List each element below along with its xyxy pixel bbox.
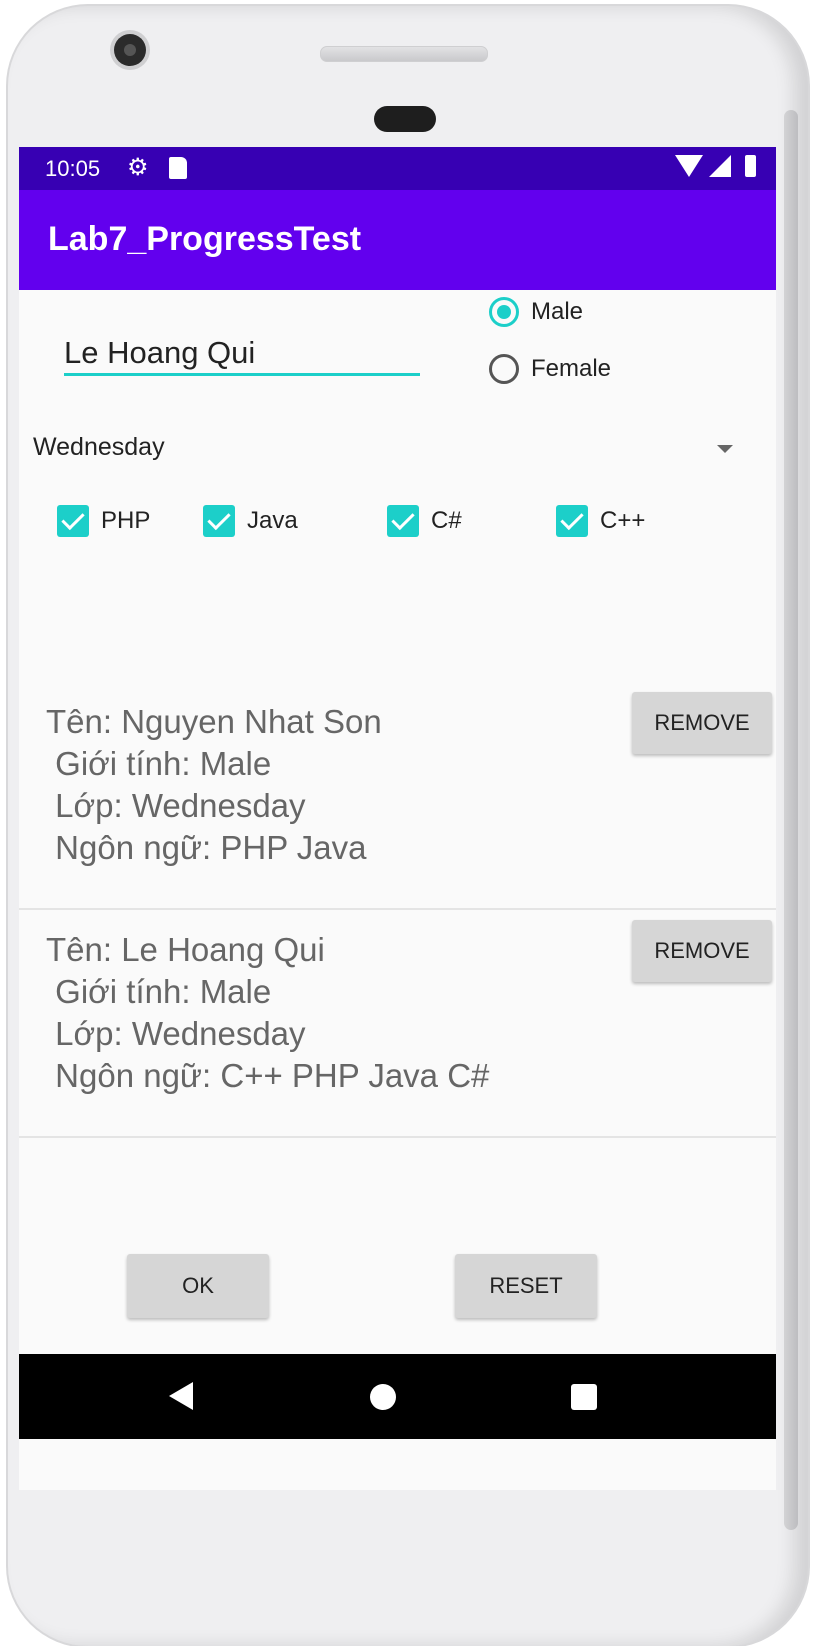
checkbox-checked-icon[interactable] (203, 505, 235, 537)
camera-icon (114, 34, 146, 66)
checkbox-java[interactable]: Java (203, 505, 298, 537)
radio-button-checked[interactable] (489, 297, 519, 327)
earpiece (374, 106, 436, 132)
home-icon[interactable] (370, 1384, 396, 1410)
name-input[interactable] (64, 333, 420, 376)
checkbox-label-java: Java (247, 507, 298, 534)
app-title: Lab7_ProgressTest (48, 220, 362, 258)
battery-icon (745, 155, 756, 177)
recents-icon[interactable] (571, 1384, 597, 1410)
entry-class: Lớp: Wednesday (46, 1015, 306, 1052)
radio-label-female: Female (531, 355, 612, 382)
remove-button[interactable]: REMOVE (632, 692, 772, 754)
screen: 10:05 ⚙ Lab7_ProgressTest Male Female We… (19, 147, 776, 1490)
reset-button[interactable]: RESET (455, 1254, 597, 1318)
app-bar: Lab7_ProgressTest (19, 190, 776, 290)
sd-card-icon (169, 157, 187, 179)
radio-female[interactable]: Female (489, 354, 611, 384)
entry-gender: Giới tính: Male (46, 973, 272, 1010)
radio-button-unchecked[interactable] (489, 354, 519, 384)
status-icons (675, 155, 756, 177)
checkbox-label-csharp: C# (431, 507, 462, 534)
entry-name: Tên: Le Hoang Qui (46, 931, 325, 968)
list-item: Tên: Le Hoang Qui Giới tính: Male Lớp: W… (19, 909, 776, 1138)
navigation-bar (19, 1354, 776, 1439)
status-time: 10:05 (45, 156, 101, 181)
status-bar: 10:05 ⚙ (19, 147, 776, 190)
checkbox-checked-icon[interactable] (57, 505, 89, 537)
entry-languages: Ngôn ngữ: PHP Java (46, 829, 367, 866)
dropdown-arrow-icon[interactable] (717, 445, 733, 453)
checkbox-php[interactable]: PHP (57, 505, 150, 537)
radio-male[interactable]: Male (489, 297, 583, 327)
signal-icon (709, 155, 731, 177)
entry-name: Tên: Nguyen Nhat Son (46, 703, 382, 740)
checkbox-csharp[interactable]: C# (387, 505, 462, 537)
checkbox-label-cpp: C++ (600, 507, 646, 534)
list-item: Tên: Nguyen Nhat Son Giới tính: Male Lớp… (19, 681, 776, 910)
checkbox-checked-icon[interactable] (387, 505, 419, 537)
entry-text: Tên: Nguyen Nhat Son Giới tính: Male Lớp… (46, 701, 382, 869)
phone-side-edge (784, 110, 798, 1530)
entry-languages: Ngôn ngữ: C++ PHP Java C# (46, 1057, 490, 1094)
entry-text: Tên: Le Hoang Qui Giới tính: Male Lớp: W… (46, 929, 489, 1097)
entry-class: Lớp: Wednesday (46, 787, 306, 824)
gear-icon: ⚙ (127, 154, 149, 181)
day-spinner[interactable]: Wednesday (33, 433, 733, 473)
remove-button[interactable]: REMOVE (632, 920, 772, 982)
checkbox-label-php: PHP (101, 507, 151, 534)
entry-gender: Giới tính: Male (46, 745, 272, 782)
back-icon[interactable] (169, 1382, 193, 1410)
radio-label-male: Male (531, 298, 584, 325)
ok-button[interactable]: OK (127, 1254, 269, 1318)
speaker-grill (320, 46, 488, 62)
day-spinner-value: Wednesday (33, 433, 165, 461)
checkbox-checked-icon[interactable] (556, 505, 588, 537)
checkbox-cpp[interactable]: C++ (556, 505, 645, 537)
wifi-icon (675, 155, 703, 177)
